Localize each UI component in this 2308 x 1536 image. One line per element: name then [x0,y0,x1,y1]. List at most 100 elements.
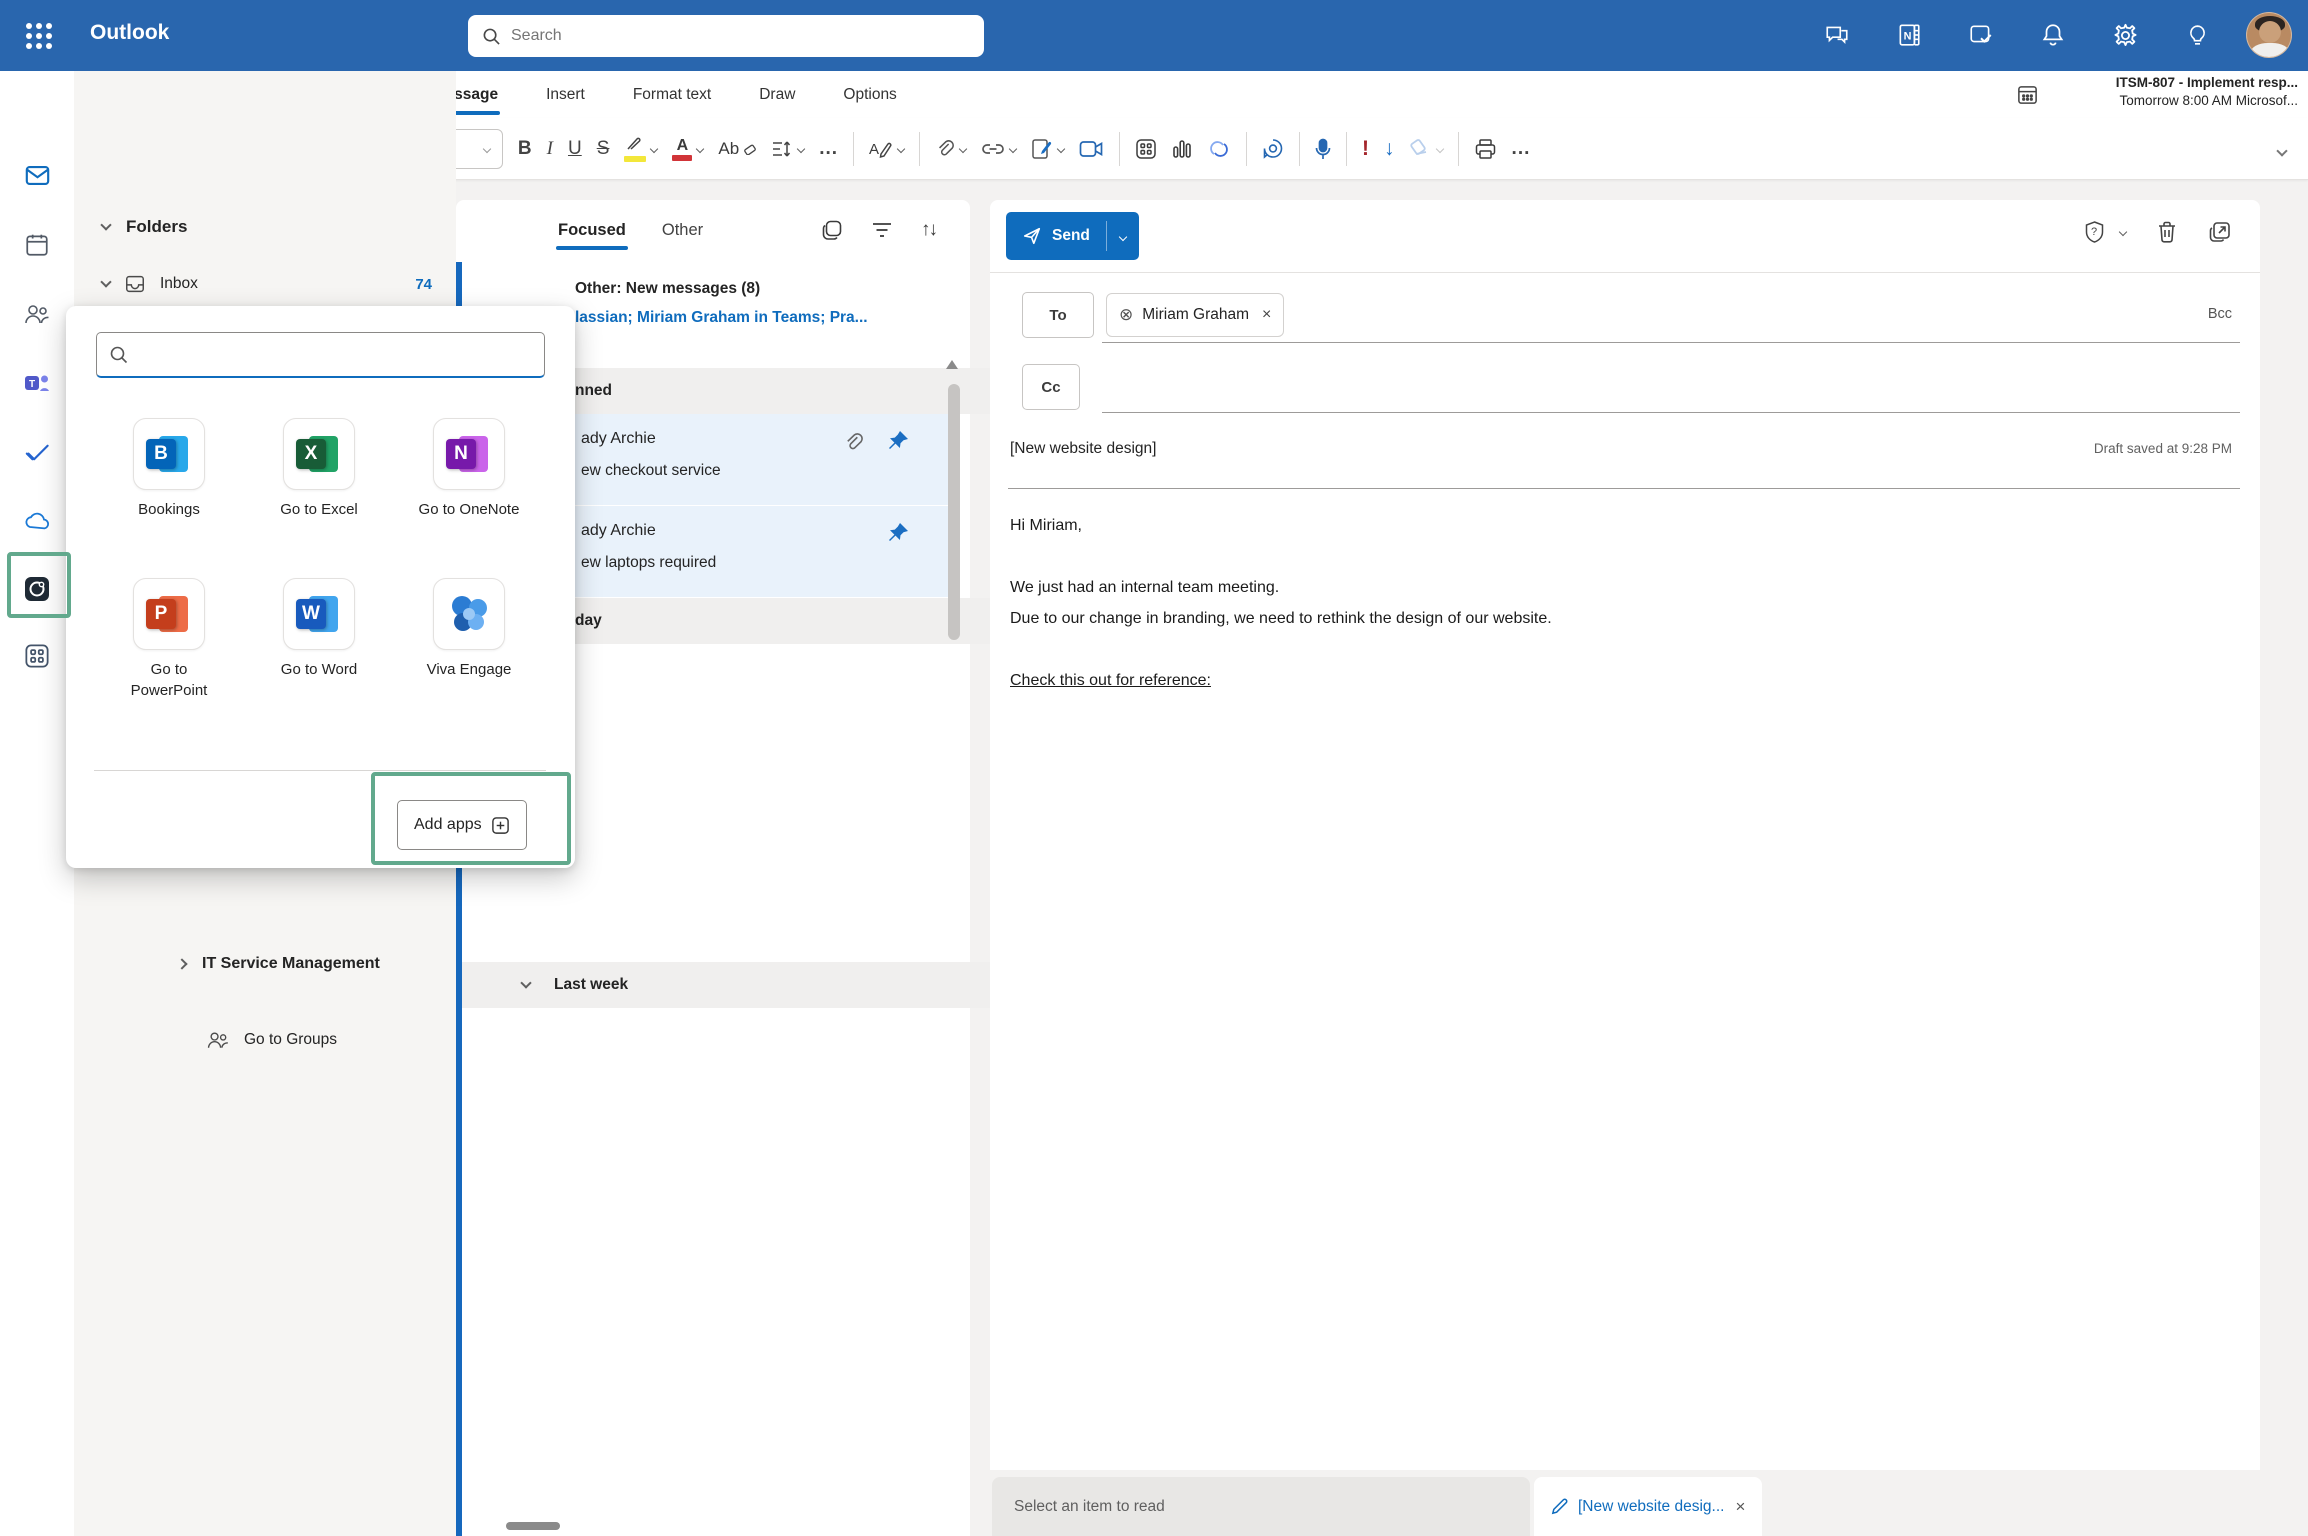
todo-tasks-icon[interactable] [1958,12,2004,58]
add-apps-button[interactable]: Add apps [397,800,527,850]
draft-pencil-icon [1550,1497,1569,1516]
line-spacing-button[interactable] [771,139,804,159]
highlight-color-button[interactable] [624,136,657,162]
app-item-onenote[interactable]: N Go to OneNote [394,418,544,520]
inbox-expand-icon[interactable] [100,276,111,287]
account-avatar[interactable] [2246,12,2292,58]
discard-trash-icon[interactable] [2156,220,2178,244]
search-bar[interactable] [468,15,984,57]
rail-teams-button[interactable]: T [0,360,74,406]
open-in-new-window-icon[interactable] [2208,220,2232,244]
insert-link-button[interactable] [981,140,1016,158]
select-messages-icon[interactable] [821,219,843,241]
recipient-remove-icon[interactable]: × [1262,306,1271,324]
tab-insert[interactable]: Insert [544,71,587,118]
sensitivity-button[interactable] [1410,138,1443,160]
signature-button[interactable] [1031,138,1064,160]
tab-options[interactable]: Options [841,71,898,118]
italic-button[interactable]: I [547,138,553,160]
to-field-button[interactable]: To [1022,292,1094,338]
excel-app-icon: X [283,418,355,490]
attach-file-button[interactable] [935,138,966,160]
filter-icon[interactable] [871,220,893,240]
it-service-expand-icon[interactable] [176,958,187,969]
dictate-button[interactable] [1315,138,1331,161]
notifications-bell-icon[interactable] [2030,12,2076,58]
send-button[interactable]: Send [1006,226,1106,246]
tips-lightbulb-icon[interactable] [2174,12,2220,58]
print-button[interactable] [1474,138,1497,160]
underline-button[interactable]: U [568,138,582,160]
cc-field-button[interactable]: Cc [1022,364,1080,410]
app-item-word[interactable]: W Go to Word [244,578,394,680]
copilot-button[interactable] [1262,138,1284,160]
people-icon [23,301,51,327]
folder-item-it-service[interactable]: IT Service Management [178,955,380,973]
message-protection-button[interactable]: ? [2083,220,2126,244]
folder-item-go-to-groups[interactable]: Go to Groups [206,1029,337,1051]
list-scrollbar-thumb[interactable] [948,384,960,640]
list-scroll-up-arrow[interactable] [946,360,958,369]
waffle-icon [26,23,52,49]
bold-button[interactable]: B [518,138,532,160]
list-horizontal-scrollbar-thumb[interactable] [506,1522,560,1530]
more-formatting-button[interactable]: ... [819,138,838,160]
other-new-messages-banner[interactable]: Other: New messages (8) lassian; Miriam … [575,280,868,327]
reading-pane-tab[interactable]: Select an item to read [992,1477,1530,1536]
loop-component-button[interactable] [1207,138,1231,160]
high-importance-button[interactable]: ! [1362,137,1369,161]
apps-search-box[interactable] [96,332,545,378]
message-body-editor[interactable]: Hi Miriam, We just had an internal team … [1010,510,2210,696]
tab-focused[interactable]: Focused [556,221,628,240]
bcc-toggle[interactable]: Bcc [2208,306,2232,322]
subject-input[interactable]: [New website design] [1010,440,1156,458]
clear-formatting-button[interactable]: Ab [718,139,756,159]
more-commands-button[interactable]: ... [1512,138,1531,160]
tab-other[interactable]: Other [662,221,703,240]
app-item-powerpoint[interactable]: P Go toPowerPoint [94,578,244,701]
rail-people-button[interactable] [0,291,74,337]
send-plane-icon [1022,226,1042,246]
apps-search-input[interactable] [139,346,532,363]
send-options-chevron[interactable] [1107,227,1139,245]
pin-icon[interactable] [886,521,910,545]
word-app-icon: W [283,578,355,650]
folder-item-inbox[interactable]: Inbox 74 [102,273,432,295]
apps-button[interactable] [1135,138,1157,160]
rail-todo-button[interactable] [0,429,74,475]
rail-more-apps-button[interactable] [0,633,74,679]
folders-header[interactable]: Folders [102,217,187,237]
font-color-button[interactable]: A [672,138,703,161]
strikethrough-button[interactable]: S [597,138,610,160]
calendar-reminder[interactable]: ITSM-807 - Implement resp... Tomorrow 8:… [1900,75,2298,108]
onenote-icon[interactable]: N [1886,12,1932,58]
app-item-viva-engage[interactable]: Viva Engage [394,578,544,680]
rail-calendar-button[interactable] [0,222,74,268]
teams-chat-icon[interactable] [1814,12,1860,58]
last-week-collapse-icon[interactable] [520,977,531,988]
pin-icon[interactable] [886,429,910,453]
app-item-bookings[interactable]: B Bookings [94,418,244,520]
tab-draw[interactable]: Draw [757,71,797,118]
rail-onedrive-button[interactable] [0,498,74,544]
poll-button[interactable] [1172,138,1192,160]
draft-tab-close-icon[interactable]: × [1735,1497,1745,1517]
folders-collapse-icon[interactable] [100,219,111,230]
send-split-button[interactable]: Send [1006,212,1139,260]
app-item-excel[interactable]: X Go to Excel [244,418,394,520]
teams-meeting-button[interactable] [1079,140,1104,158]
settings-gear-icon[interactable] [2102,12,2148,58]
app-launcher-button[interactable] [18,15,60,57]
collapse-toolbar-button[interactable] [2278,142,2286,160]
low-importance-button[interactable]: ↓ [1384,137,1395,161]
editor-button[interactable]: A [869,138,904,160]
bookings-app-icon: B [133,418,205,490]
draft-tab[interactable]: [New website desig... × [1534,1477,1762,1536]
search-input[interactable] [511,27,951,45]
recipient-chip[interactable]: ⊗ Miriam Graham × [1106,293,1284,337]
rail-mail-button[interactable] [0,152,74,198]
top-bar: Outlook N [0,0,2308,71]
tab-format-text[interactable]: Format text [631,71,713,118]
sort-icon[interactable]: ↑↓ [921,219,936,241]
it-service-label: IT Service Management [202,955,380,973]
